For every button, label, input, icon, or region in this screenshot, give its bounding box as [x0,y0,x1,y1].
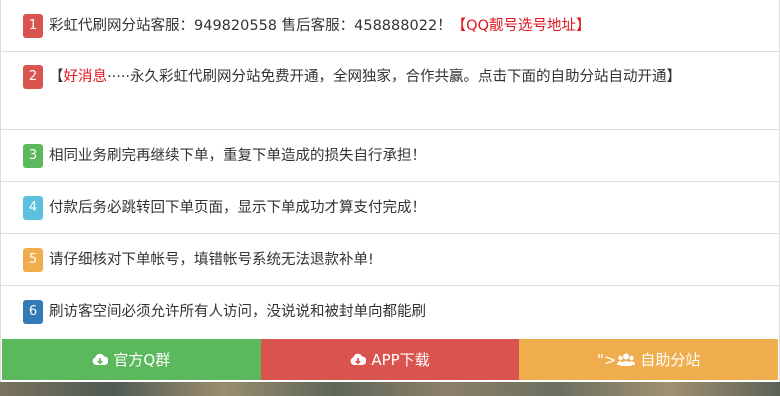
substation-promo-text: ·····永久彩虹代刷网分站免费开通，全网独家，合作共赢。点击下面的自助分站自动… [107,69,682,85]
notice-number-badge: 4 [23,195,43,220]
notice-panel: 1 彩虹代刷网分站客服：949820558 售后客服：458888022！【QQ… [0,0,780,382]
notice-list: 1 彩虹代刷网分站客服：949820558 售后客服：458888022！【QQ… [1,0,779,338]
background-strip [0,380,780,396]
official-qq-group-label: 官方Q群 [113,351,171,369]
notice-text: 请仔细核对下单帐号，填错帐号系统无法退款补单! [49,251,374,268]
qq-number-selection-link[interactable]: 【QQ靓号选号地址】 [452,18,591,34]
users-icon [617,353,636,366]
app-download-button[interactable]: APP下载 [260,339,520,380]
cloud-download-icon [93,353,109,365]
self-service-substation-label: 自助分站 [640,351,701,369]
notice-number-badge: 5 [23,247,43,272]
notice-number-badge: 3 [23,143,43,168]
notice-item-1: 1 彩虹代刷网分站客服：949820558 售后客服：458888022！【QQ… [1,0,779,52]
notice-text: 【好消息·····永久彩虹代刷网分站免费开通，全网独家，合作共赢。点击下面的自助… [49,65,759,89]
notice-item-3: 3 相同业务刷完再继续下单，重复下单造成的损失自行承担！ [1,130,779,182]
cloud-download-icon [350,353,367,365]
self-service-substation-button[interactable]: "> 自助分站 [519,339,779,380]
notice-item-4: 4 付款后务必跳转回下单页面，显示下单成功才算支付完成！ [1,182,779,234]
stray-markup-text: "> [596,350,617,369]
notice-bracket-open: 【 [49,69,64,85]
good-news-highlight: 好消息 [63,69,108,85]
customer-service-text: 彩虹代刷网分站客服：949820558 售后客服：458888022！ [49,17,452,34]
notice-text: 彩虹代刷网分站客服：949820558 售后客服：458888022！【QQ靓号… [49,14,759,38]
notice-text: 付款后务必跳转回下单页面，显示下单成功才算支付完成！ [49,199,426,216]
notice-item-6: 6 刷访客空间必须允许所有人访问，没说说和被封单向都能刷 [1,286,779,338]
notice-text: 相同业务刷完再继续下单，重复下单造成的损失自行承担！ [49,147,426,164]
notice-text: 刷访客空间必须允许所有人访问，没说说和被封单向都能刷 [49,304,426,320]
notice-item-2: 2 【好消息·····永久彩虹代刷网分站免费开通，全网独家，合作共赢。点击下面的… [1,52,779,130]
app-download-label: APP下载 [371,351,430,369]
notice-number-badge: 1 [23,13,43,38]
notice-number-badge: 6 [23,300,43,324]
official-qq-group-button[interactable]: 官方Q群 [2,339,261,380]
notice-item-5: 5 请仔细核对下单帐号，填错帐号系统无法退款补单! [1,234,779,286]
notice-number-badge: 2 [23,65,43,89]
footer-button-bar: 官方Q群 APP下载 "> 自助分站 [2,339,779,380]
